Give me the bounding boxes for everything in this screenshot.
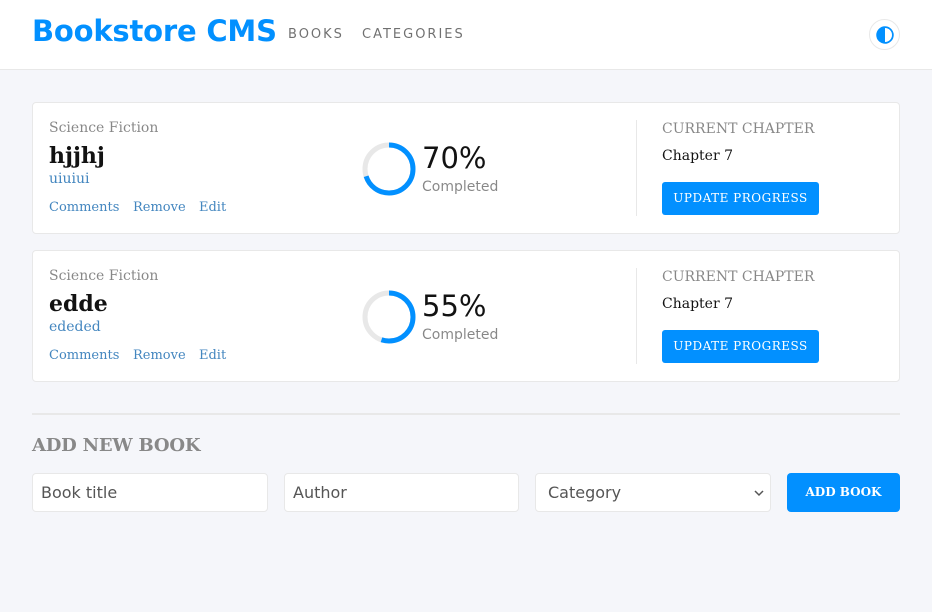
nav-link-books[interactable]: BOOKS — [288, 27, 344, 42]
user-icon — [876, 26, 894, 44]
chevron-down-icon — [754, 490, 764, 497]
current-chapter-label: CURRENT CHAPTER — [662, 121, 815, 137]
book-author: uiuiui — [49, 171, 90, 187]
author-input[interactable]: Author — [284, 473, 519, 512]
book-title: edde — [49, 291, 108, 317]
remove-button[interactable]: Remove — [133, 200, 186, 215]
edit-button[interactable]: Edit — [199, 348, 226, 363]
card-divider — [636, 268, 637, 364]
book-title-input[interactable]: Book title — [32, 473, 268, 512]
brand-logo[interactable]: Bookstore CMS — [32, 14, 277, 48]
current-chapter-label: CURRENT CHAPTER — [662, 269, 815, 285]
progress-percent: 55% — [422, 289, 487, 323]
category-selected-value: Category — [548, 483, 622, 502]
edit-button[interactable]: Edit — [199, 200, 226, 215]
book-card: Science Fiction edde ededed Comments Rem… — [32, 250, 900, 382]
progress-ring — [362, 290, 416, 344]
user-button[interactable] — [869, 19, 900, 50]
category-select[interactable]: Category — [535, 473, 771, 512]
progress-percent: 70% — [422, 141, 487, 175]
book-title: hjjhj — [49, 143, 105, 169]
comments-button[interactable]: Comments — [49, 200, 119, 215]
card-divider — [636, 120, 637, 216]
section-divider — [32, 413, 900, 415]
completed-label: Completed — [422, 327, 499, 343]
current-chapter: Chapter 7 — [662, 296, 733, 312]
navbar: Bookstore CMS BOOKS CATEGORIES — [0, 0, 932, 70]
completed-label: Completed — [422, 179, 499, 195]
update-progress-button[interactable]: UPDATE PROGRESS — [662, 182, 819, 215]
book-category: Science Fiction — [49, 120, 159, 136]
book-title-placeholder: Book title — [41, 483, 118, 502]
current-chapter: Chapter 7 — [662, 148, 733, 164]
remove-button[interactable]: Remove — [133, 348, 186, 363]
book-card: Science Fiction hjjhj uiuiui Comments Re… — [32, 102, 900, 234]
author-placeholder: Author — [293, 483, 347, 502]
progress-ring — [362, 142, 416, 196]
update-progress-button[interactable]: UPDATE PROGRESS — [662, 330, 819, 363]
nav-link-categories[interactable]: CATEGORIES — [362, 27, 465, 42]
add-book-button[interactable]: ADD BOOK — [787, 473, 900, 512]
comments-button[interactable]: Comments — [49, 348, 119, 363]
book-category: Science Fiction — [49, 268, 159, 284]
book-author: ededed — [49, 319, 101, 335]
add-book-title: ADD NEW BOOK — [32, 435, 201, 456]
